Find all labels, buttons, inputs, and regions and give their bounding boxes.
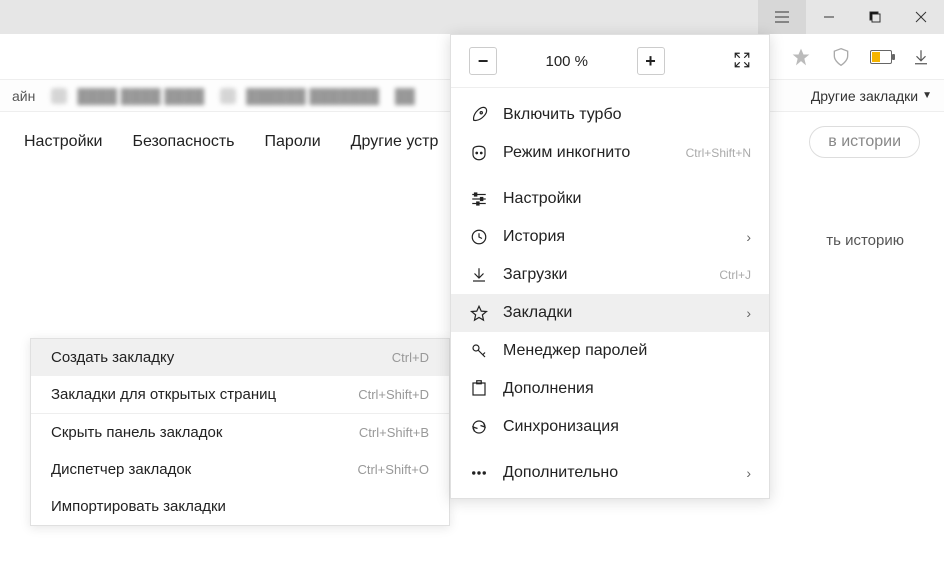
shield-icon[interactable] bbox=[830, 46, 852, 68]
shortcut-label: Ctrl+D bbox=[392, 350, 429, 365]
shortcut-label: Ctrl+Shift+B bbox=[359, 425, 429, 440]
puzzle-icon bbox=[469, 380, 489, 398]
bookmarks-bar-item[interactable]: ██ bbox=[395, 88, 415, 104]
shortcut-label: Ctrl+Shift+N bbox=[686, 146, 751, 160]
menu-bookmarks[interactable]: Закладки › bbox=[451, 294, 769, 332]
submenu-hide-bookmarks-bar[interactable]: Скрыть панель закладок Ctrl+Shift+B bbox=[31, 414, 449, 451]
window-titlebar bbox=[0, 0, 944, 34]
bookmarks-bar-item[interactable]: ████ ████ ████ bbox=[51, 88, 204, 104]
submenu-create-bookmark[interactable]: Создать закладку Ctrl+D bbox=[31, 339, 449, 376]
menu-label: Загрузки bbox=[503, 266, 567, 284]
menu-label: Дополнения bbox=[503, 380, 594, 398]
submenu-bookmark-manager[interactable]: Диспетчер закладок Ctrl+Shift+O bbox=[31, 451, 449, 488]
bookmarks-bar-item-label: айн bbox=[12, 88, 35, 104]
menu-label: Дополнительно bbox=[503, 464, 618, 482]
fullscreen-button[interactable] bbox=[733, 51, 751, 72]
menu-label: Синхронизация bbox=[503, 418, 619, 436]
download-icon bbox=[469, 266, 489, 284]
chevron-right-icon: › bbox=[746, 305, 751, 321]
menu-history[interactable]: История › bbox=[451, 218, 769, 256]
window-maximize-button[interactable] bbox=[852, 0, 898, 34]
menu-incognito[interactable]: Режим инкогнито Ctrl+Shift+N bbox=[451, 134, 769, 172]
tab-passwords[interactable]: Пароли bbox=[265, 133, 321, 151]
tab-other-devices[interactable]: Другие устр bbox=[351, 133, 439, 151]
menu-label: Режим инкогнито bbox=[503, 144, 630, 162]
bookmarks-submenu: Создать закладку Ctrl+D Закладки для отк… bbox=[30, 338, 450, 526]
zoom-value: 100 % bbox=[545, 53, 588, 70]
window-close-button[interactable] bbox=[898, 0, 944, 34]
chevron-right-icon: › bbox=[746, 229, 751, 245]
menu-label: История bbox=[503, 228, 565, 246]
window-minimize-button[interactable] bbox=[806, 0, 852, 34]
menu-label: Настройки bbox=[503, 190, 581, 208]
menu-password-manager[interactable]: Менеджер паролей bbox=[451, 332, 769, 370]
submenu-label: Диспетчер закладок bbox=[51, 461, 191, 478]
zoom-out-button[interactable]: − bbox=[469, 47, 497, 75]
menu-more[interactable]: Дополнительно › bbox=[451, 454, 769, 492]
chevron-down-icon: ▼ bbox=[922, 90, 932, 101]
refresh-icon bbox=[469, 418, 489, 436]
main-menu: − 100 % + Включить турбо Режим инкогнито… bbox=[450, 34, 770, 499]
incognito-icon bbox=[469, 144, 489, 162]
menu-settings[interactable]: Настройки bbox=[451, 180, 769, 218]
rocket-icon bbox=[469, 106, 489, 124]
star-outline-icon bbox=[469, 304, 489, 322]
zoom-controls: − 100 % + bbox=[451, 35, 769, 88]
history-search-input[interactable]: в истории bbox=[809, 126, 920, 158]
tab-security[interactable]: Безопасность bbox=[132, 133, 234, 151]
submenu-bookmark-open-tabs[interactable]: Закладки для открытых страниц Ctrl+Shift… bbox=[31, 376, 449, 413]
clear-history-link[interactable]: ть историю bbox=[826, 232, 904, 249]
download-icon[interactable] bbox=[910, 46, 932, 68]
submenu-label: Скрыть панель закладок bbox=[51, 424, 222, 441]
submenu-label: Закладки для открытых страниц bbox=[51, 386, 276, 403]
shortcut-label: Ctrl+Shift+D bbox=[358, 387, 429, 402]
shortcut-label: Ctrl+Shift+O bbox=[357, 462, 429, 477]
dots-icon bbox=[469, 464, 489, 482]
menu-label: Менеджер паролей bbox=[503, 342, 647, 360]
shortcut-label: Ctrl+J bbox=[719, 268, 751, 282]
menu-turbo[interactable]: Включить турбо bbox=[451, 96, 769, 134]
menu-addons[interactable]: Дополнения bbox=[451, 370, 769, 408]
hamburger-menu-button[interactable] bbox=[758, 0, 806, 34]
menu-downloads[interactable]: Загрузки Ctrl+J bbox=[451, 256, 769, 294]
zoom-in-button[interactable]: + bbox=[637, 47, 665, 75]
submenu-import-bookmarks[interactable]: Импортировать закладки bbox=[31, 488, 449, 525]
menu-sync[interactable]: Синхронизация bbox=[451, 408, 769, 446]
other-bookmarks-button[interactable]: Другие закладки ▼ bbox=[811, 88, 932, 104]
star-icon[interactable] bbox=[790, 46, 812, 68]
submenu-label: Импортировать закладки bbox=[51, 498, 226, 515]
battery-icon bbox=[870, 46, 892, 68]
chevron-right-icon: › bbox=[746, 465, 751, 481]
submenu-label: Создать закладку bbox=[51, 349, 174, 366]
tab-settings[interactable]: Настройки bbox=[24, 133, 102, 151]
key-icon bbox=[469, 342, 489, 360]
other-bookmarks-label: Другие закладки bbox=[811, 88, 918, 104]
sliders-icon bbox=[469, 190, 489, 208]
clock-icon bbox=[469, 228, 489, 246]
menu-label: Закладки bbox=[503, 304, 572, 322]
bookmarks-bar-item[interactable]: ██████ ███████ bbox=[220, 88, 379, 104]
menu-label: Включить турбо bbox=[503, 106, 622, 124]
